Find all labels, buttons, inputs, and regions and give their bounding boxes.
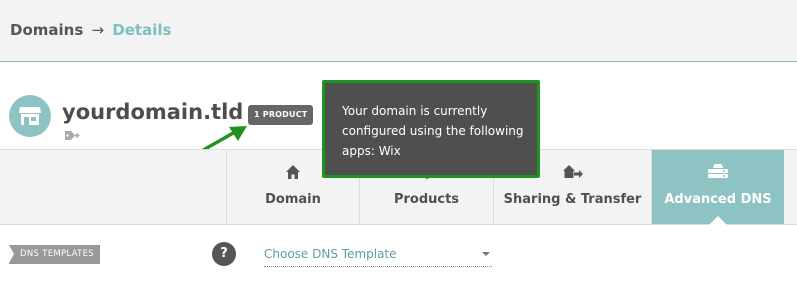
tab-label: Sharing & Transfer xyxy=(503,192,642,207)
help-button[interactable]: ? xyxy=(212,242,236,266)
breadcrumb-separator: → xyxy=(91,21,105,39)
share-transfer-icon xyxy=(562,165,583,178)
home-icon xyxy=(286,165,300,179)
active-tab-caret xyxy=(709,216,727,225)
breadcrumb-current: Details xyxy=(112,21,172,39)
storefront-icon xyxy=(19,107,41,125)
tab-advanced-dns[interactable]: Advanced DNS xyxy=(651,150,784,225)
breadcrumb-bar: Domains → Details xyxy=(0,0,797,62)
breadcrumb: Domains → Details xyxy=(10,21,171,39)
tab-label: Advanced DNS xyxy=(664,192,772,207)
breadcrumb-domains-link[interactable]: Domains xyxy=(10,21,83,39)
tab-label: Domain xyxy=(265,192,321,207)
tab-label: Products xyxy=(393,192,460,207)
dns-templates-label: DNS TEMPLATES xyxy=(9,245,100,264)
dns-server-icon xyxy=(708,164,728,178)
tooltip-text: Your domain is currently configured usin… xyxy=(342,104,524,158)
add-tag-icon[interactable] xyxy=(64,130,80,141)
chevron-down-icon xyxy=(482,252,490,256)
domain-avatar xyxy=(9,95,51,137)
product-count-badge[interactable]: 1 PRODUCT xyxy=(248,105,314,125)
dns-template-select[interactable]: Choose DNS Template xyxy=(264,244,492,267)
dns-template-select-value: Choose DNS Template xyxy=(264,247,397,261)
apps-tooltip: Your domain is currently configured usin… xyxy=(322,80,540,178)
